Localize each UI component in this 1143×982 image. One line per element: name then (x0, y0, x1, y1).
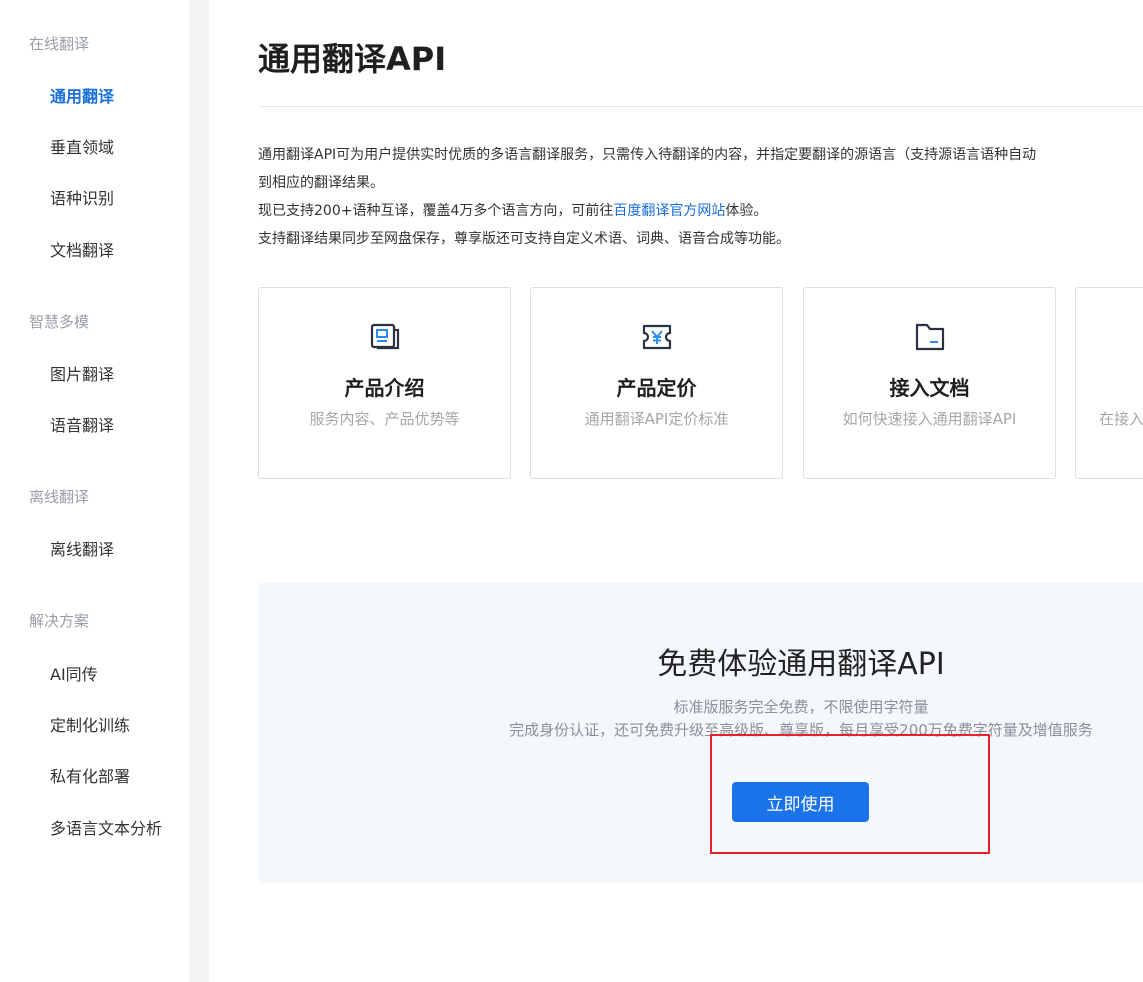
sidebar-item-private-deployment[interactable]: 私有化部署 (50, 763, 130, 787)
card-docs-title: 接入文档 (889, 376, 970, 400)
description-line-2: 到相应的翻译结果。 (258, 175, 384, 191)
sidebar-item-text-analysis[interactable]: 多语言文本分析 (50, 815, 162, 839)
free-trial-line-1: 标准版服务完全免费，不限使用字符量 (673, 698, 929, 716)
sidebar-item-offline-translation[interactable]: 离线翻译 (50, 536, 114, 560)
title-divider (258, 106, 1143, 107)
free-trial-line-2: 完成身份认证，还可免费升级至高级版、尊享版，每月享受200万免费字符量及增值服务 (509, 721, 1093, 739)
sidebar-group-title-multimodal: 智慧多模 (29, 313, 90, 331)
sidebar-gutter (189, 0, 209, 982)
main-content: 通用翻译API 通用翻译API可为用户提供实时优质的多语言翻译服务，只需传入待翻… (209, 0, 1143, 982)
card-product-intro-title: 产品介绍 (344, 376, 425, 400)
card-pricing[interactable]: 产品定价 通用翻译API定价标准 (530, 287, 783, 479)
card-pricing-title: 产品定价 (616, 376, 697, 400)
pricing-icon (642, 324, 671, 350)
sidebar-group-title-offline: 离线翻译 (29, 488, 90, 506)
sidebar-item-document-translation[interactable]: 文档翻译 (50, 237, 114, 261)
sidebar-item-general-translation[interactable]: 通用翻译 (50, 83, 114, 107)
sidebar-item-vertical-domain[interactable]: 垂直领域 (50, 134, 114, 158)
sidebar-item-language-detection[interactable]: 语种识别 (50, 185, 114, 209)
sidebar-group-title-solutions: 解决方案 (29, 612, 90, 630)
sidebar-item-custom-training[interactable]: 定制化训练 (50, 712, 130, 736)
card-partial[interactable]: 在接入 (1075, 287, 1143, 479)
product-intro-icon (370, 323, 399, 350)
sidebar-item-image-translation[interactable]: 图片翻译 (50, 361, 114, 385)
card-partial-subtitle: 在接入 (1099, 410, 1143, 428)
description: 通用翻译API可为用户提供实时优质的多语言翻译服务，只需传入待翻译的内容，并指定… (258, 141, 1143, 253)
description-line-3-after: 体验。 (725, 203, 768, 219)
description-line-3-before: 现已支持200+语种互译，覆盖4万多个语言方向，可前往 (258, 203, 614, 219)
use-now-button[interactable]: 立即使用 (732, 782, 869, 822)
description-line-1: 通用翻译API可为用户提供实时优质的多语言翻译服务，只需传入待翻译的内容，并指定… (258, 147, 1037, 163)
card-docs-subtitle: 如何快速接入通用翻译API (842, 410, 1017, 428)
sidebar-item-ai-interpretation[interactable]: AI同传 (50, 661, 98, 685)
description-line-3: 现已支持200+语种互译，覆盖4万多个语言方向，可前往百度翻译官方网站体验。 (258, 197, 1143, 225)
card-pricing-subtitle: 通用翻译API定价标准 (584, 410, 729, 428)
free-trial-title: 免费体验通用翻译API (657, 647, 945, 682)
card-product-intro-subtitle: 服务内容、产品优势等 (309, 410, 460, 428)
baidu-translate-link[interactable]: 百度翻译官方网站 (613, 203, 725, 219)
sidebar-group-title-online: 在线翻译 (29, 35, 90, 53)
page-title: 通用翻译API (258, 40, 447, 78)
sidebar-item-speech-translation[interactable]: 语音翻译 (50, 412, 114, 436)
card-product-intro[interactable]: 产品介绍 服务内容、产品优势等 (258, 287, 511, 479)
description-line-4: 支持翻译结果同步至网盘保存，尊享版还可支持自定义术语、词典、语音合成等功能。 (258, 231, 790, 247)
card-docs[interactable]: 接入文档 如何快速接入通用翻译API (803, 287, 1056, 479)
sidebar: 在线翻译 通用翻译 垂直领域 语种识别 文档翻译 智慧多模 图片翻译 语音翻译 … (0, 0, 189, 982)
free-trial-banner: 免费体验通用翻译API 标准版服务完全免费，不限使用字符量 完成身份认证，还可免… (258, 583, 1143, 883)
folder-icon (915, 323, 944, 351)
